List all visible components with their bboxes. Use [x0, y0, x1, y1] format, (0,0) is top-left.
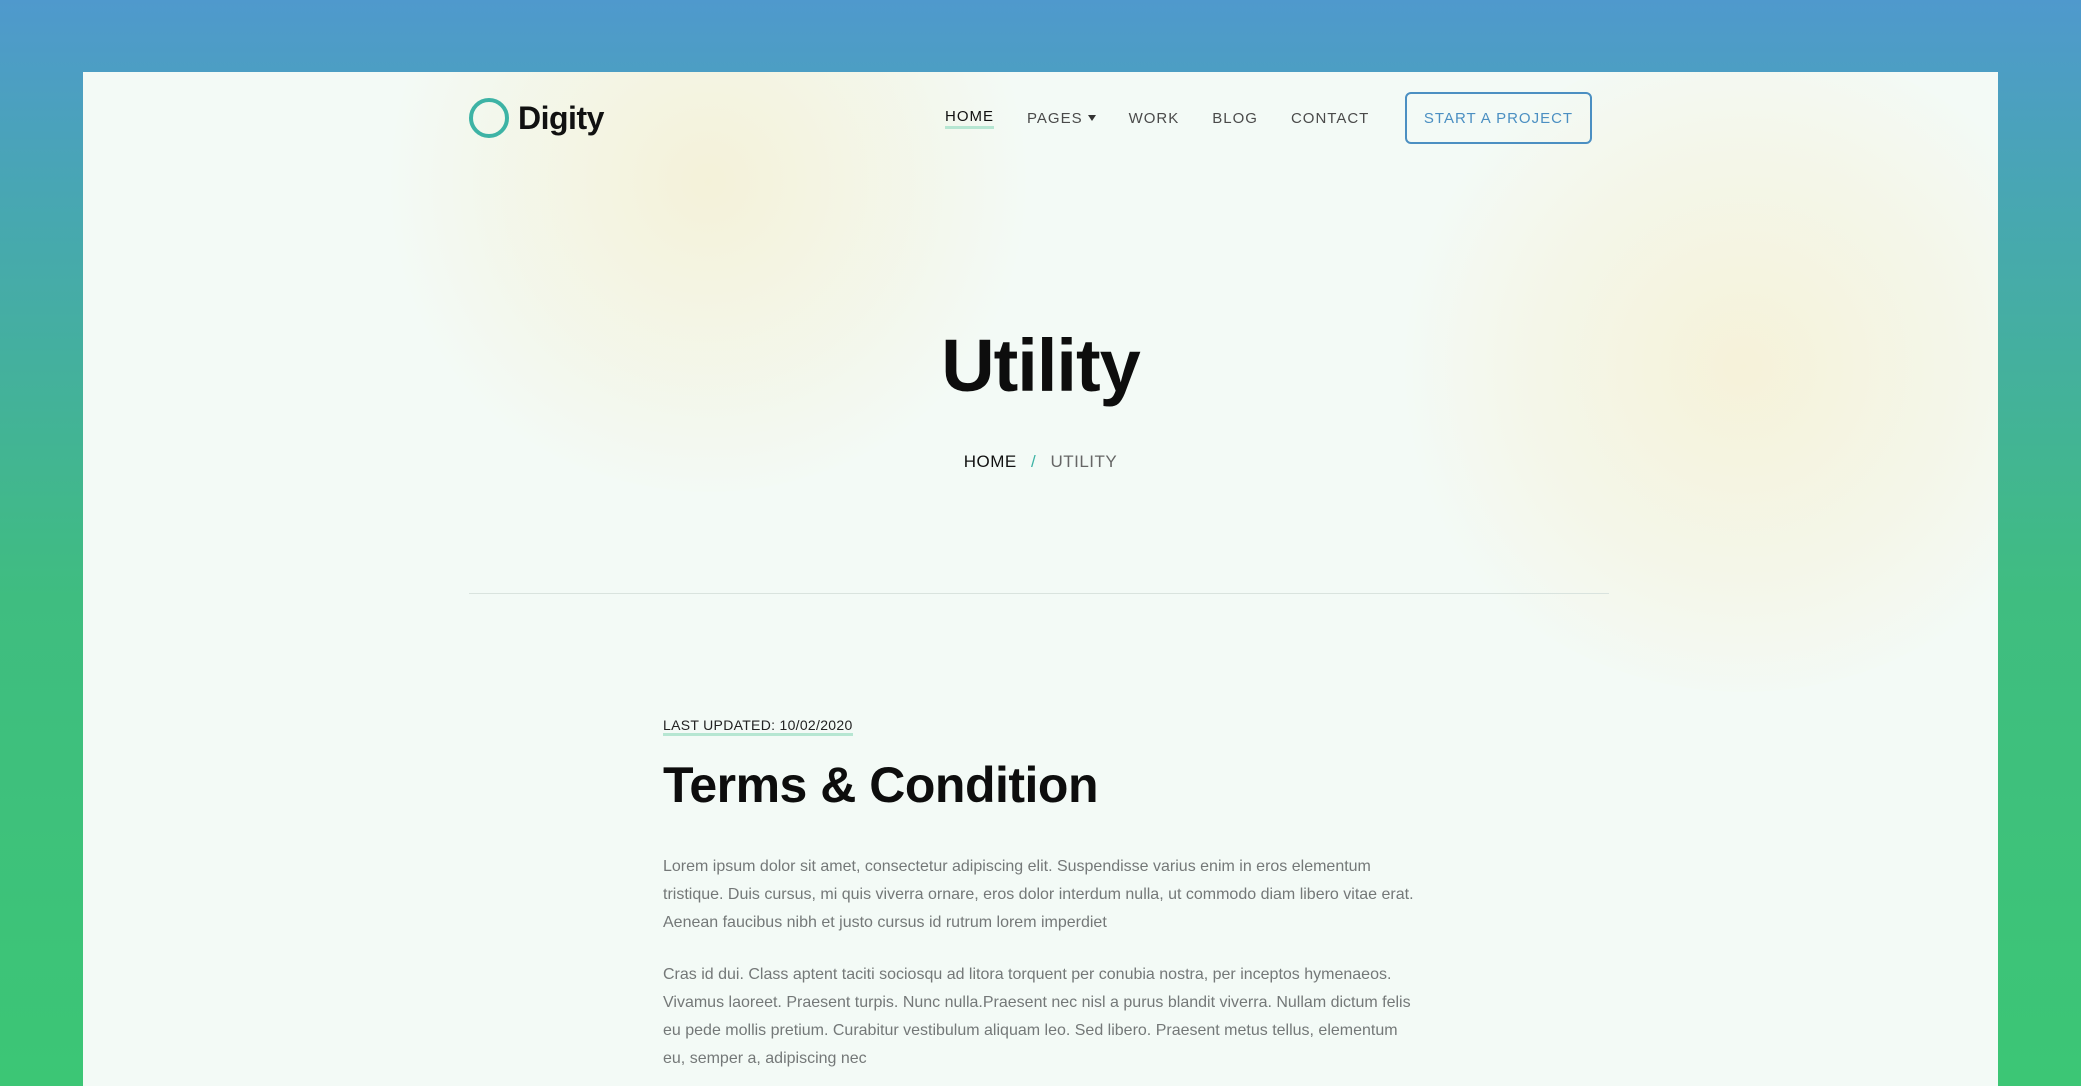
breadcrumb: HOME / UTILITY — [83, 452, 1998, 472]
section-divider — [469, 593, 1609, 594]
caret-down-icon — [1087, 115, 1096, 121]
nav-item-blog[interactable]: BLOG — [1212, 110, 1258, 127]
nav-item-label: WORK — [1128, 109, 1180, 127]
nav-item-pages[interactable]: PAGES — [1027, 110, 1096, 127]
page-title: Utility — [941, 324, 1141, 407]
nav-item-label: BLOG — [1212, 109, 1258, 127]
page-frame: Digity HOME PAGES WORK BLOG CONTACT STAR… — [83, 72, 1998, 1086]
nav-item-home[interactable]: HOME — [945, 108, 994, 129]
brand-name: Digity — [518, 99, 604, 136]
logo-ring-icon — [469, 98, 509, 138]
terms-paragraph: Cras id dui. Class aptent taciti sociosq… — [663, 966, 1411, 1067]
terms-content: LAST UPDATED: 10/02/2020 Terms & Conditi… — [663, 717, 1423, 1073]
nav-item-label: PAGES — [1027, 109, 1083, 127]
nav-item-label: CONTACT — [1290, 109, 1370, 127]
nav-item-contact[interactable]: CONTACT — [1291, 110, 1369, 127]
start-project-button[interactable]: START A PROJECT — [1405, 92, 1592, 144]
nav-item-work[interactable]: WORK — [1129, 110, 1180, 127]
nav-item-label: HOME — [945, 108, 994, 129]
breadcrumb-home-link[interactable]: HOME — [964, 452, 1017, 471]
breadcrumb-current: UTILITY — [1050, 452, 1118, 471]
terms-heading: Terms & Condition — [663, 757, 1099, 813]
breadcrumb-separator: / — [1030, 452, 1037, 471]
main-menu: HOME PAGES WORK BLOG CONTACT — [945, 92, 1402, 144]
navbar: Digity HOME PAGES WORK BLOG CONTACT STAR… — [469, 92, 1609, 144]
terms-paragraph: Lorem ipsum dolor sit amet, consectetur … — [663, 858, 1414, 931]
last-updated-label: LAST UPDATED: 10/02/2020 — [663, 718, 853, 736]
brand-logo[interactable]: Digity — [469, 96, 604, 140]
